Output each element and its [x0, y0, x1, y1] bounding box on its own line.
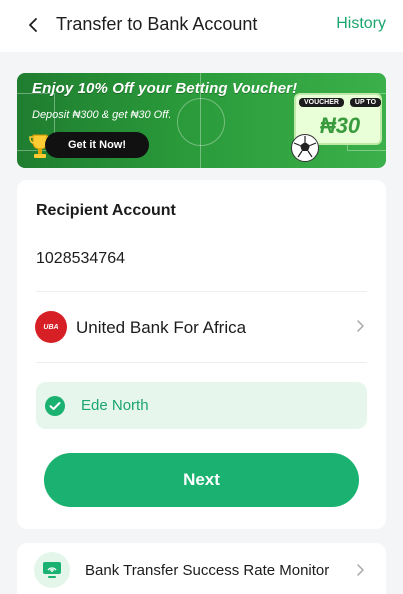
recipient-account-label: Recipient Account: [36, 202, 176, 219]
bank-selector[interactable]: UBA United Bank For Africa: [17, 292, 386, 362]
success-rate-monitor-row[interactable]: Bank Transfer Success Rate Monitor: [17, 543, 386, 594]
monitor-label: Bank Transfer Success Rate Monitor: [85, 562, 330, 579]
bank-logo-text: UBA: [43, 323, 59, 331]
next-button[interactable]: Next: [44, 453, 359, 507]
promo-banner[interactable]: Enjoy 10% Off your Betting Voucher! Depo…: [17, 73, 386, 168]
transfer-form-card: Recipient Account UBA United Bank For Af…: [17, 180, 386, 529]
monitor-signal-icon: [43, 562, 61, 578]
uba-logo: UBA: [35, 311, 67, 343]
divider: [36, 362, 367, 363]
voucher-upto-label: UP TO: [349, 97, 382, 107]
top-app-bar: Transfer to Bank Account History: [0, 0, 403, 52]
pitch-circle: [177, 98, 225, 146]
voucher-tag: VOUCHER UP TO: [296, 94, 384, 110]
banner-subtext: Deposit ₦300 & get ₦30 Off.: [32, 109, 172, 121]
soccer-ball-icon: [291, 134, 319, 162]
history-link[interactable]: History: [336, 15, 386, 33]
chevron-right-icon: [357, 564, 364, 576]
chevron-left-icon: [29, 18, 37, 32]
monitor-icon-wrap: [34, 552, 70, 588]
verified-recipient-box: Ede North: [36, 382, 367, 429]
back-button[interactable]: [22, 13, 46, 37]
banner-headline: Enjoy 10% Off your Betting Voucher!: [32, 80, 298, 97]
voucher-tag-label: VOUCHER: [298, 97, 344, 107]
chevron-right-icon: [357, 320, 364, 332]
account-number-input[interactable]: [36, 246, 366, 272]
verified-account-name: Ede North: [81, 397, 149, 414]
check-circle-icon: [45, 396, 65, 416]
bank-name: United Bank For Africa: [76, 318, 247, 337]
page-title: Transfer to Bank Account: [56, 14, 258, 34]
get-it-now-button[interactable]: Get it Now!: [45, 132, 149, 158]
